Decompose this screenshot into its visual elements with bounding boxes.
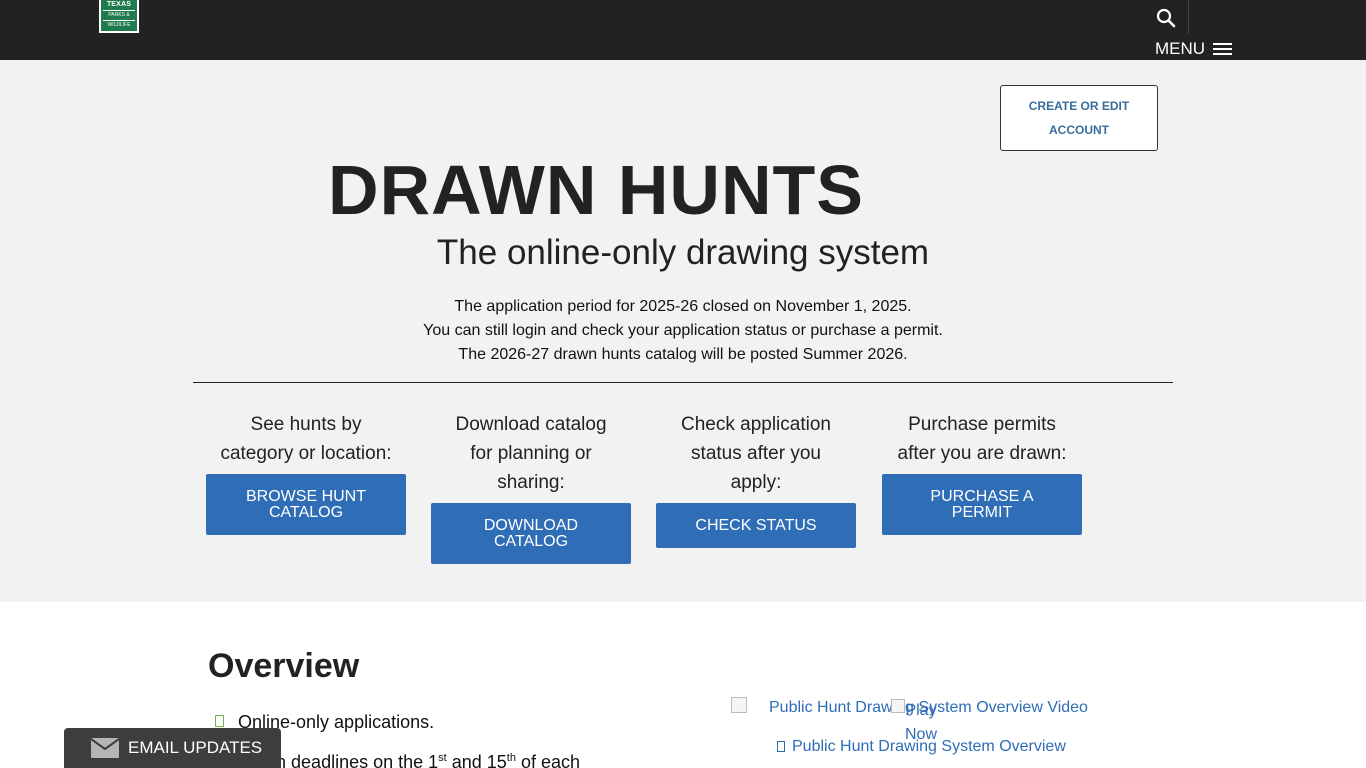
nav-divider: [1188, 0, 1189, 34]
purchase-column: Purchase permits after you are drawn: PU…: [882, 410, 1082, 535]
search-icon: [1156, 8, 1176, 28]
video-caption-link[interactable]: Public Hunt Drawing System Overview: [777, 738, 1066, 756]
browse-description: See hunts by category or location:: [220, 414, 392, 464]
search-button[interactable]: [1150, 4, 1182, 32]
download-catalog-button[interactable]: DOWNLOAD CATALOG: [431, 503, 631, 564]
page-subtitle: The online-only drawing system: [436, 233, 930, 272]
notice-line: You can still login and check your appli…: [423, 322, 943, 339]
status-column: Check application status after you apply…: [656, 410, 856, 548]
action-columns: See hunts by category or location: BROWS…: [193, 410, 1093, 590]
hamburger-icon: [1213, 43, 1233, 55]
list-item-text: cation deadlines on the 1st and 15th of …: [238, 752, 581, 768]
email-updates-label: EMAIL UPDATES: [128, 738, 263, 757]
tpwd-logo[interactable]: TEXAS PARKS & WILDLIFE: [99, 0, 139, 33]
logo-rule: [103, 20, 135, 21]
menu-label: MENU: [1155, 39, 1206, 58]
video-icon: [777, 741, 785, 752]
logo-text-wildlife: WILDLIFE: [107, 22, 131, 28]
notice-line: The 2026-27 drawn hunts catalog will be …: [458, 346, 908, 363]
menu-button[interactable]: MENU: [1155, 38, 1233, 60]
overview-video: Public Hunt Drawing System Overview Vide…: [731, 697, 1111, 767]
status-description: Check application status after you apply…: [681, 414, 831, 493]
browse-column: See hunts by category or location: BROWS…: [206, 410, 406, 535]
application-notice: The application period for 2025-26 close…: [0, 295, 1366, 367]
notice-line: The application period for 2025-26 close…: [454, 298, 912, 315]
overview-heading: Overview: [208, 647, 360, 685]
purchase-description: Purchase permits after you are drawn:: [897, 414, 1067, 464]
video-thumbnail-image[interactable]: [731, 697, 747, 713]
download-column: Download catalog for planning or sharing…: [431, 410, 631, 564]
document-icon: [215, 715, 224, 727]
email-updates-button[interactable]: EMAIL UPDATES: [64, 728, 281, 768]
logo-text-texas: TEXAS: [106, 1, 132, 8]
create-edit-account-button[interactable]: CREATE OR EDIT ACCOUNT: [1000, 85, 1158, 151]
download-description: Download catalog for planning or sharing…: [455, 414, 607, 493]
browse-hunt-catalog-button[interactable]: BROWSE HUNT CATALOG: [206, 474, 406, 535]
page-title: DRAWN HUNTS: [328, 151, 864, 229]
logo-rule: [103, 10, 135, 11]
logo-text-parks: PARKS &: [108, 12, 130, 18]
list-item: Online-only applications.: [215, 710, 685, 750]
purchase-permit-button[interactable]: PURCHASE A PERMIT: [882, 474, 1082, 535]
top-nav-bar: TEXAS PARKS & WILDLIFE MENU: [0, 0, 1366, 60]
hero-section: CREATE OR EDIT ACCOUNT DRAWN HUNTS The o…: [0, 60, 1366, 602]
envelope-icon: [91, 738, 119, 758]
overview-list: Online-only applications. cation deadlin…: [215, 710, 685, 768]
divider: [193, 382, 1173, 383]
check-status-button[interactable]: CHECK STATUS: [656, 503, 856, 548]
list-item: cation deadlines on the 1st and 15th of …: [215, 750, 685, 768]
